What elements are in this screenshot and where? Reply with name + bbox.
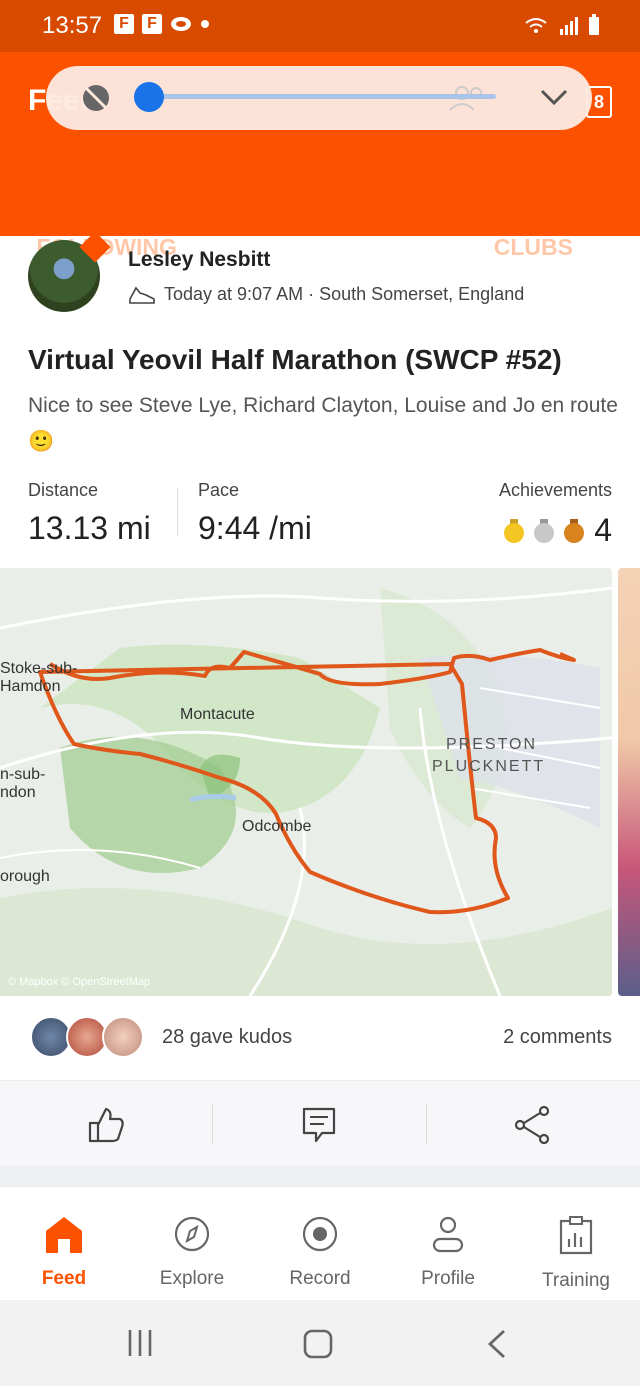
activity-description: Nice to see Steve Lye, Richard Clayton, … [28,394,618,453]
shoe-icon [129,286,155,304]
nav-feed[interactable]: Feed [0,1187,128,1300]
pace-value: 9:44 /mi [198,510,312,546]
facebook-icon: F [114,14,134,34]
dot-icon [201,20,209,28]
map-label-preston: PRESTON [446,736,538,753]
thumbs-up-icon[interactable] [86,1105,126,1145]
home-icon [46,1217,82,1253]
avatar[interactable] [102,1016,144,1058]
cloud-icon [171,17,191,31]
compass-icon [174,1216,210,1252]
wifi-icon [525,18,547,33]
system-nav-bar [0,1300,640,1386]
pace-label: Pace [198,480,240,500]
chevron-down-icon[interactable] [540,88,568,106]
stat-divider [177,488,178,536]
map-label-odcombe: Odcombe [242,818,312,835]
activity-time-location: Today at 9:07 AM · South Somerset, Engla… [164,284,525,304]
map-label-montacute: Montacute [180,706,255,723]
signal-icon [560,17,578,35]
activity-title[interactable]: Virtual Yeovil Half Marathon (SWCP #52) [28,344,562,376]
person-icon [432,1216,464,1253]
map-attribution[interactable]: © Mapbox © OpenStreetMap [8,976,150,988]
map-label-stoke: Stoke-sub- Hamdon [0,660,78,695]
recents-icon[interactable] [126,1328,154,1358]
distance-label: Distance [28,480,99,500]
back-icon[interactable] [486,1328,508,1360]
athlete-name[interactable]: Lesley Nesbitt [128,248,270,272]
divider [212,1103,213,1145]
nav-record-label: Record [289,1268,351,1289]
nav-profile[interactable]: Profile [384,1187,512,1300]
notification-icons: F F [114,14,210,34]
home-button-icon[interactable] [302,1328,334,1360]
status-time: 13:57 [42,12,103,39]
achievements-medals[interactable]: 4 [504,512,612,549]
facebook-icon: F [142,14,162,34]
volume-slider-track[interactable] [150,94,496,99]
nav-record[interactable]: Record [256,1187,384,1300]
nav-feed-label: Feed [41,1268,87,1289]
mute-icon[interactable] [80,82,112,114]
clipboard-chart-icon [559,1216,593,1255]
system-icons [524,14,600,36]
map-base [0,568,612,996]
share-icon[interactable] [512,1105,552,1145]
status-bar: 13:57 F F [0,0,640,52]
activity-actions [0,1080,640,1166]
divider [426,1103,427,1145]
battery-icon [589,14,599,35]
nav-explore[interactable]: Explore [128,1187,256,1300]
bronze-medal-icon [564,518,585,543]
activity-map[interactable]: Stoke-sub- Hamdon Montacute PRESTON PLUCK… [0,568,612,996]
tab-clubs[interactable]: CLUBS [427,222,640,288]
bottom-nav: Feed Explore Record Profile Training [0,1186,640,1300]
gold-medal-icon [504,518,525,543]
map-label-borough: orough [0,868,50,885]
nav-training-label: Training [542,1270,610,1291]
volume-slider-thumb[interactable] [134,82,164,112]
map-label-n-sub: n-sub-ndon [0,766,46,801]
achievements-count: 4 [594,512,612,548]
distance-value: 13.13 mi [28,510,151,546]
next-media-preview[interactable] [618,568,640,996]
nav-training[interactable]: Training [512,1187,640,1300]
map-label-plucknett: PLUCKNETT [432,758,546,775]
kudos-row: 28 gave kudos 2 comments [0,1008,640,1070]
nav-profile-label: Profile [421,1268,475,1289]
silver-medal-icon [534,518,555,543]
record-icon [302,1216,338,1252]
comments-count[interactable]: 2 comments [503,1026,612,1049]
kudos-count[interactable]: 28 gave kudos [162,1026,292,1049]
card-separator [0,1166,640,1186]
activity-meta: Today at 9:07 AM · South Somerset, Engla… [128,284,524,305]
comment-icon[interactable] [300,1105,338,1145]
nav-explore-label: Explore [159,1268,225,1289]
achievements-label: Achievements [498,480,612,500]
